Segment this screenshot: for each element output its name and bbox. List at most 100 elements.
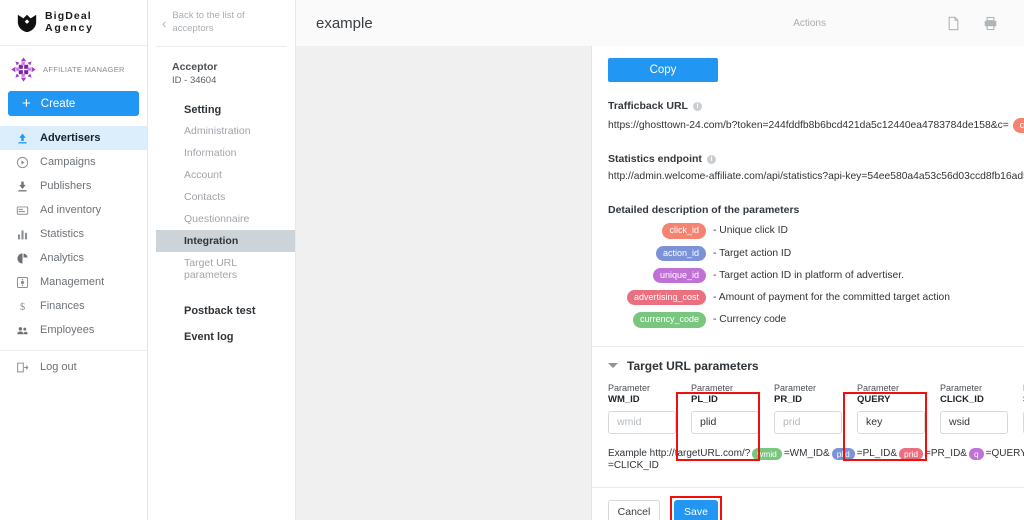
field-label-name: PL_ID bbox=[691, 393, 718, 405]
dollar-sign-icon: $ bbox=[16, 300, 29, 313]
sidebar-item-ad-inventory[interactable]: Ad inventory bbox=[0, 198, 147, 222]
user-avatar-identicon bbox=[11, 57, 36, 82]
brand-text: BigDeal Agency bbox=[45, 9, 94, 35]
save-button-wrapper: Save bbox=[670, 496, 722, 520]
sidebar-item-campaigns[interactable]: Campaigns bbox=[0, 150, 147, 174]
params-section-title: Detailed description of the parameters bbox=[608, 204, 800, 217]
target-url-section-header: Target URL parameters bbox=[592, 347, 1024, 373]
sidebar-label: Management bbox=[40, 276, 105, 288]
panel2-item-event-log[interactable]: Event log bbox=[172, 324, 287, 350]
statistics-label: Statistics endpoint i bbox=[608, 153, 1024, 165]
brand-line2: Agency bbox=[45, 21, 94, 34]
field-pr-id: Parameter PR_ID bbox=[774, 383, 857, 434]
panel2-singles: Postback test Event log bbox=[172, 298, 287, 350]
info-icon[interactable]: i bbox=[692, 101, 702, 111]
card-icon bbox=[16, 204, 29, 217]
field-label-top: Parameter bbox=[940, 382, 983, 393]
panel2-body: Acceptor ID - 34604 Setting Administrati… bbox=[156, 46, 295, 350]
content-region: Copy Trafficback URL i https://ghosttown… bbox=[296, 46, 1024, 520]
logout-icon bbox=[16, 361, 29, 374]
sidebar-label: Finances bbox=[40, 300, 85, 312]
header-icon-group bbox=[946, 16, 998, 31]
sidebar-label: Ad inventory bbox=[40, 204, 102, 216]
panel2-item-postback-test[interactable]: Postback test bbox=[172, 298, 287, 324]
page-title: example bbox=[316, 14, 373, 32]
field-pl-id: Parameter PL_ID bbox=[691, 383, 774, 434]
sidebar-item-management[interactable]: Management bbox=[0, 270, 147, 294]
sidebar-label: Publishers bbox=[40, 180, 92, 192]
info-icon[interactable]: i bbox=[706, 154, 716, 164]
sidebar-item-employees[interactable]: Employees bbox=[0, 318, 147, 342]
badge-unique-id: unique_id bbox=[652, 267, 706, 283]
trafficback-block: Trafficback URL i https://ghosttown-24.c… bbox=[592, 100, 1024, 134]
sidebar-divider bbox=[0, 350, 147, 351]
field-label-name: CLICK_ID bbox=[940, 393, 984, 405]
sidebar-item-publishers[interactable]: Publishers bbox=[0, 174, 147, 198]
trafficback-url: https://ghosttown-24.com/b?token=244fddf… bbox=[608, 120, 1009, 132]
settings-square-icon bbox=[16, 276, 29, 289]
back-link-label: Back to the list of acceptors bbox=[172, 10, 245, 34]
field-label-name: QUERY bbox=[857, 393, 891, 405]
panel2-item-account[interactable]: Account bbox=[172, 164, 287, 186]
query-input[interactable] bbox=[857, 410, 925, 434]
document-icon[interactable] bbox=[946, 16, 961, 31]
badge-currency-code: currency_code bbox=[632, 312, 706, 328]
field-label-top: Parameter bbox=[608, 382, 651, 393]
save-button[interactable]: Save bbox=[674, 500, 718, 520]
panel2-item-target-url-parameters[interactable]: Target URL parameters bbox=[172, 252, 287, 286]
caret-down-icon[interactable] bbox=[608, 363, 618, 368]
sidebar-item-finances[interactable]: $ Finances bbox=[0, 294, 147, 318]
cancel-button[interactable]: Cancel bbox=[608, 500, 660, 520]
create-button[interactable]: + Create bbox=[8, 91, 139, 116]
download-arrow-icon bbox=[16, 180, 29, 193]
wm-id-input[interactable] bbox=[608, 410, 676, 434]
brand-logo[interactable]: BigDeal Agency bbox=[0, 0, 147, 46]
sidebar-item-analytics[interactable]: Analytics bbox=[0, 246, 147, 270]
account-block: AFFILIATE MANAGER bbox=[0, 46, 147, 87]
panel2-item-questionnaire[interactable]: Questionnaire bbox=[172, 208, 287, 230]
trafficback-label: Trafficback URL i bbox=[608, 100, 1024, 112]
field-label-name: WM_ID bbox=[608, 393, 640, 405]
param-desc-text: - Amount of payment for the committed ta… bbox=[713, 292, 950, 304]
play-circle-icon bbox=[16, 156, 29, 169]
example-text: =CLICK_ID bbox=[608, 460, 659, 471]
pl-id-input[interactable] bbox=[691, 410, 759, 434]
panel2-item-information[interactable]: Information bbox=[172, 142, 287, 164]
panel2-item-administration[interactable]: Administration bbox=[172, 120, 287, 142]
brand-line1: BigDeal bbox=[45, 9, 92, 22]
chevron-left-icon: ‹ bbox=[162, 15, 167, 31]
trafficback-label-text: Trafficback URL bbox=[608, 100, 688, 112]
pr-id-input[interactable] bbox=[774, 410, 842, 434]
acceptor-title: Acceptor bbox=[172, 61, 218, 73]
panel2-item-integration[interactable]: Integration bbox=[156, 230, 295, 252]
sidebar-label: Analytics bbox=[40, 252, 85, 264]
badge-q: q bbox=[968, 447, 984, 460]
actions-menu[interactable]: Actions bbox=[793, 18, 826, 29]
param-desc-text: - Target action ID bbox=[713, 247, 792, 259]
sidebar-item-logout[interactable]: Log out bbox=[0, 355, 147, 379]
copy-button[interactable]: Copy bbox=[608, 58, 718, 82]
back-to-acceptors-link[interactable]: ‹ Back to the list of acceptors bbox=[148, 0, 295, 46]
example-text: =QUERY& bbox=[985, 448, 1024, 460]
sidebar-item-advertisers[interactable]: Advertisers bbox=[0, 126, 147, 150]
main-sidebar: BigDeal Agency AFFILIATE MANAGER + Creat… bbox=[0, 0, 148, 520]
secondary-nav-panel: ‹ Back to the list of acceptors Acceptor… bbox=[148, 0, 296, 520]
printer-icon[interactable] bbox=[983, 16, 998, 31]
acceptor-id: ID - 34604 bbox=[172, 75, 217, 86]
create-button-label: Create bbox=[40, 97, 76, 110]
app-root: BigDeal Agency AFFILIATE MANAGER + Creat… bbox=[0, 0, 1024, 520]
badge-click-id: click_id bbox=[1012, 118, 1024, 134]
settings-group-heading: Setting bbox=[184, 104, 222, 116]
pie-chart-icon bbox=[16, 252, 29, 265]
sidebar-item-statistics[interactable]: Statistics bbox=[0, 222, 147, 246]
click-id-input[interactable] bbox=[940, 410, 1008, 434]
param-desc-text: - Currency code bbox=[713, 314, 787, 326]
params-description-block: Detailed description of the parameters c… bbox=[592, 204, 1024, 328]
panel2-item-contacts[interactable]: Contacts bbox=[172, 186, 287, 208]
example-text: =PR_ID& bbox=[925, 448, 967, 460]
field-label-top: Parameter bbox=[857, 382, 900, 393]
badge-plid: plid bbox=[831, 447, 855, 460]
param-desc-text: - Unique click ID bbox=[713, 225, 788, 237]
integration-card: Copy Trafficback URL i https://ghosttown… bbox=[591, 46, 1024, 520]
trafficback-url-row: https://ghosttown-24.com/b?token=244fddf… bbox=[608, 118, 1024, 134]
